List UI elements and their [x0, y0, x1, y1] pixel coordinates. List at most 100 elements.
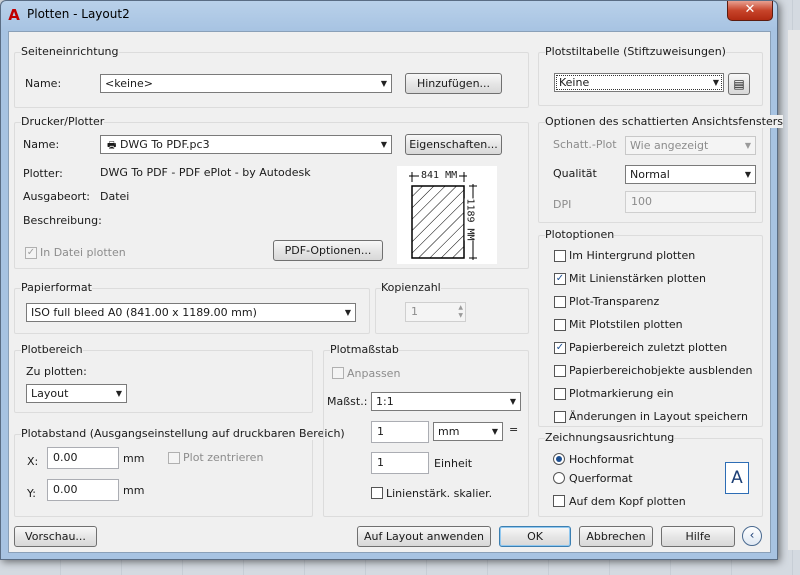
plot-options-title: Plotoptionen: [545, 228, 615, 241]
dpi-label: DPI: [553, 198, 572, 211]
paper-size-value: ISO full bleed A0 (841.00 x 1189.00 mm): [31, 306, 257, 319]
landscape-radio[interactable]: [553, 472, 565, 484]
spinner-arrows-icon: ▲ ▼: [458, 304, 463, 319]
plot-option-checkbox[interactable]: [554, 250, 566, 262]
window-title: Plotten - Layout2: [27, 7, 130, 21]
quality-label: Qualität: [553, 167, 597, 180]
plot-option-label: Plotmarkierung ein: [569, 387, 674, 400]
plot-option-label: Papierbereich zuletzt plotten: [569, 341, 728, 354]
ok-button[interactable]: OK: [499, 526, 571, 547]
preview-height-label: 1189 MM: [464, 198, 476, 241]
quality-value: Normal: [630, 168, 670, 181]
quality-select[interactable]: Normal ▼: [625, 165, 756, 184]
copies-value: 1: [411, 305, 418, 318]
offset-y-unit: mm: [123, 484, 145, 497]
landscape-label: Querformat: [569, 472, 633, 485]
scale-lineweights-checkbox[interactable]: [371, 487, 383, 499]
preview-button[interactable]: Vorschau...: [14, 526, 97, 547]
plot-offset-title: Plotabstand (Ausgangseinstellung auf dru…: [21, 427, 345, 440]
plot-option-checkbox[interactable]: [554, 411, 566, 423]
plot-option-checkbox[interactable]: [554, 365, 566, 377]
printer-name-label: Name:: [23, 138, 60, 151]
plot-style-table-value: Keine: [559, 76, 590, 89]
scale-equals-sign: =: [509, 423, 519, 436]
preview-width-label: 841 MM: [419, 170, 460, 181]
plotter-label: Plotter:: [23, 167, 63, 180]
chevron-down-icon: ▼: [744, 141, 751, 150]
plot-option-label: Änderungen in Layout speichern: [569, 410, 748, 423]
description-label: Beschreibung:: [23, 214, 102, 227]
shade-plot-label: Schatt.-Plot: [553, 138, 617, 151]
offset-y-input[interactable]: 0.00: [47, 479, 119, 501]
center-plot-label: Plot zentrieren: [183, 451, 264, 464]
chevron-down-icon: ▼: [509, 397, 516, 406]
upside-down-checkbox[interactable]: [553, 495, 565, 507]
fit-to-paper-checkbox[interactable]: [332, 367, 344, 379]
shaded-viewport-title: Optionen des schattierten Ansichtsfenste…: [545, 115, 783, 128]
plot-option-checkbox[interactable]: ✓: [554, 273, 566, 285]
plot-area-title: Plotbereich: [21, 343, 83, 356]
scale-unit-value: mm: [438, 425, 460, 438]
autocad-logo-icon: A: [8, 6, 20, 24]
printer-name-select[interactable]: 🖶 DWG To PDF.pc3 ▼: [100, 135, 392, 154]
plot-option-checkbox[interactable]: ✓: [554, 342, 566, 354]
chevron-down-icon: ▼: [380, 140, 387, 149]
page-setup-title: Seiteneinrichtung: [21, 45, 119, 58]
cancel-button[interactable]: Abbrechen: [579, 526, 653, 547]
scale-select[interactable]: 1:1 ▼: [371, 392, 521, 411]
orientation-letter: A: [731, 468, 743, 488]
copies-spinner[interactable]: 1 ▲ ▼: [405, 302, 466, 322]
plotter-value: DWG To PDF - PDF ePlot - by Autodesk: [100, 166, 311, 179]
paper-size-title: Papierformat: [21, 281, 92, 294]
title-bar: A Plotten - Layout2 ✕: [1, 1, 777, 31]
plot-dialog: A Plotten - Layout2 ✕ Seiteneinrichtung …: [0, 0, 783, 560]
page-setup-name-select[interactable]: <keine> ▼: [100, 74, 392, 93]
close-button[interactable]: ✕: [727, 1, 773, 21]
collapse-options-button[interactable]: ‹: [742, 526, 762, 546]
paper-preview: 841 MM 1189 MM: [397, 166, 497, 264]
printer-name-value: DWG To PDF.pc3: [119, 138, 210, 151]
plot-area-select[interactable]: Layout ▼: [26, 384, 127, 403]
scale-value1-input[interactable]: 1: [371, 421, 429, 443]
plot-option-checkbox[interactable]: [554, 319, 566, 331]
plot-style-table-select[interactable]: Keine ▼: [554, 73, 724, 92]
help-button[interactable]: Hilfe: [661, 526, 735, 547]
edit-plot-style-button[interactable]: ▤: [728, 73, 750, 95]
chevron-down-icon: ▼: [344, 308, 351, 317]
plot-option-label: Mit Plotstilen plotten: [569, 318, 683, 331]
scale-lineweights-label: Linienstärk. skalier.: [386, 487, 493, 500]
plot-option-checkbox[interactable]: [554, 296, 566, 308]
chevron-down-icon: ▼: [491, 427, 498, 436]
center-plot-checkbox[interactable]: [168, 452, 180, 464]
orientation-title: Zeichnungsausrichtung: [545, 431, 675, 444]
plot-option-checkbox[interactable]: [554, 388, 566, 400]
apply-to-layout-button[interactable]: Auf Layout anwenden: [357, 526, 491, 547]
printer-icon: 🖶: [107, 140, 117, 151]
location-value: Datei: [100, 190, 130, 203]
chevron-left-icon: ‹: [749, 528, 755, 542]
dpi-input[interactable]: 100: [625, 191, 756, 213]
orientation-page-icon: A: [725, 462, 749, 494]
paper-size-select[interactable]: ISO full bleed A0 (841.00 x 1189.00 mm) …: [26, 303, 356, 322]
plot-option-label: Papierbereichobjekte ausblenden: [569, 364, 753, 377]
fit-to-paper-label: Anpassen: [347, 367, 401, 380]
printer-title: Drucker/Plotter: [21, 115, 105, 128]
chevron-down-icon: ▼: [380, 79, 387, 88]
scale-label: Maßst.:: [327, 395, 368, 408]
portrait-radio[interactable]: [553, 453, 565, 465]
plot-style-table-title: Plotstiltabelle (Stiftzuweisungen): [545, 45, 726, 58]
background-scrollbar[interactable]: [788, 30, 800, 550]
plot-area-what-label: Zu plotten:: [26, 365, 87, 378]
shade-plot-value: Wie angezeigt: [630, 139, 709, 152]
offset-x-input[interactable]: 0.00: [47, 447, 119, 469]
printer-properties-button[interactable]: Eigenschaften...: [405, 134, 502, 155]
table-edit-icon: ▤: [733, 77, 745, 91]
plot-scale-title: Plotmaßstab: [330, 343, 399, 356]
page-setup-name-value: <keine>: [105, 77, 153, 90]
plot-to-file-checkbox[interactable]: ✓: [25, 247, 37, 259]
scale-unit-select[interactable]: mm ▼: [433, 422, 503, 441]
pdf-options-button[interactable]: PDF-Optionen...: [273, 240, 383, 261]
add-page-setup-button[interactable]: Hinzufügen...: [405, 73, 502, 94]
scale-value2-input[interactable]: 1: [371, 452, 429, 474]
shade-plot-select[interactable]: Wie angezeigt ▼: [625, 136, 756, 155]
